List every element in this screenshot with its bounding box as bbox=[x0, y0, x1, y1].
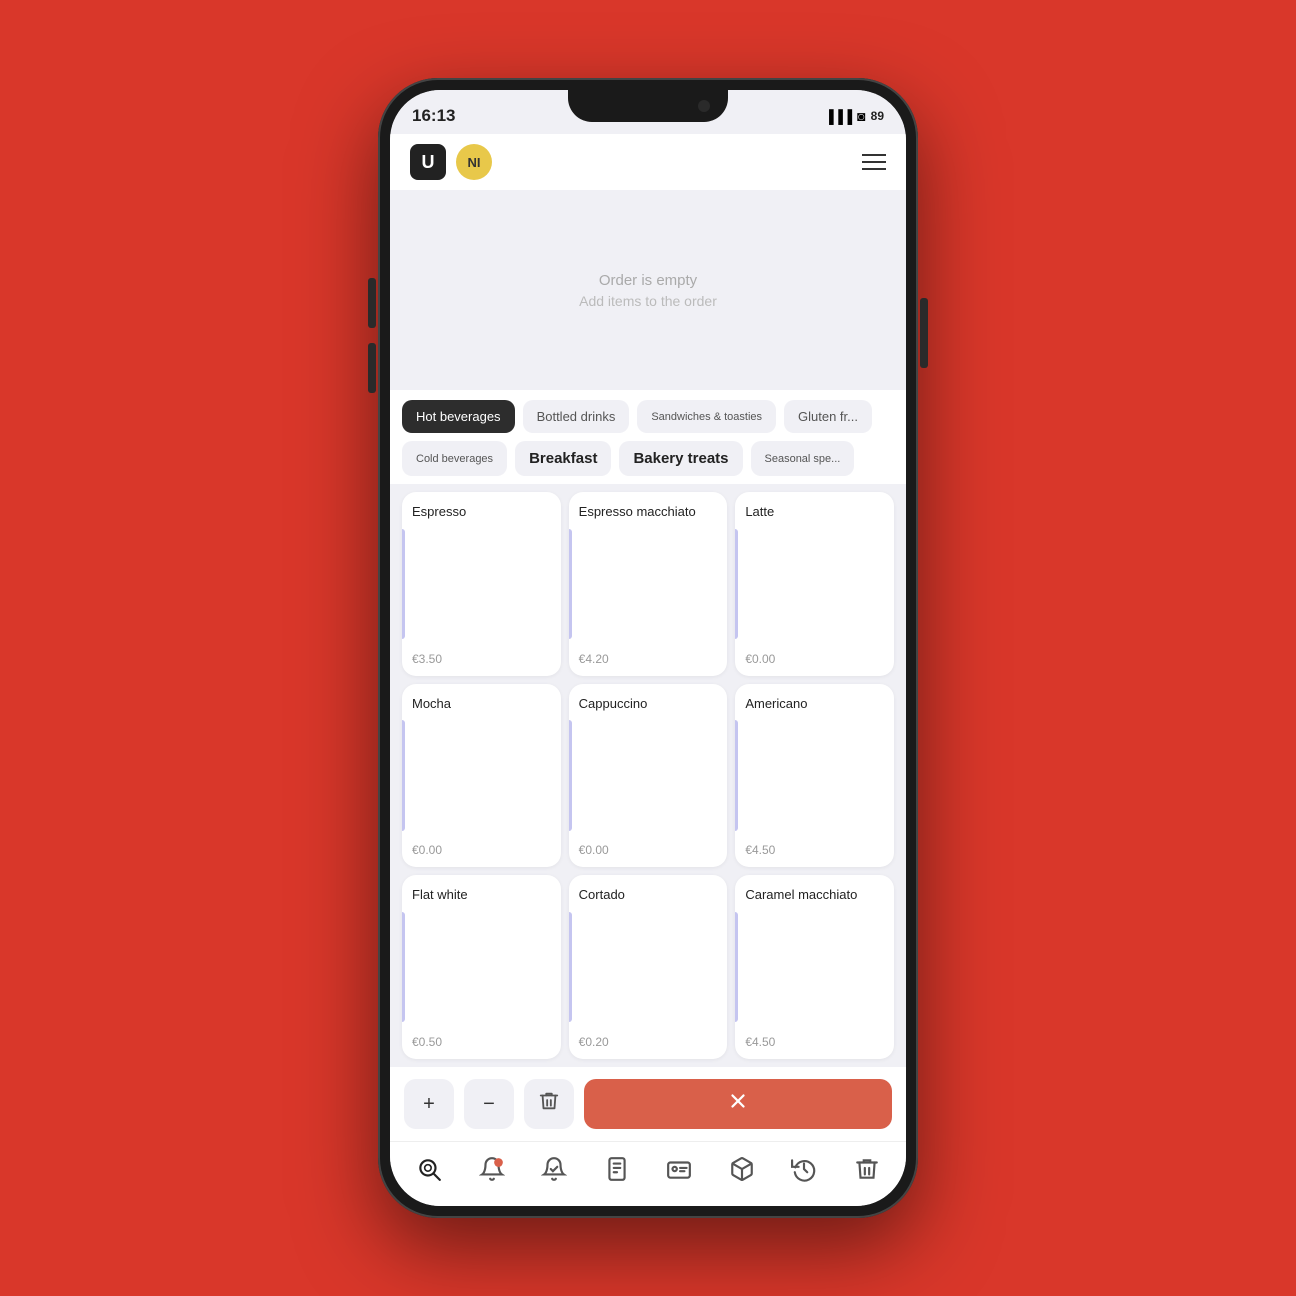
minus-icon: − bbox=[483, 1093, 495, 1116]
signal-icon: ▐▐▐ bbox=[825, 109, 853, 124]
order-empty-subtitle: Add items to the order bbox=[579, 293, 717, 309]
menu-item-flat-white[interactable]: Flat white €0.50 bbox=[402, 875, 561, 1059]
hamburger-line-3 bbox=[862, 168, 886, 170]
tab-bakery-treats[interactable]: Bakery treats bbox=[619, 441, 742, 476]
cancel-button[interactable] bbox=[584, 1079, 892, 1129]
item-name-flat-white: Flat white bbox=[412, 887, 551, 904]
bottom-nav bbox=[390, 1141, 906, 1206]
plus-icon: + bbox=[423, 1093, 435, 1116]
tab-cold-beverages[interactable]: Cold beverages bbox=[402, 441, 507, 476]
minus-button[interactable]: − bbox=[464, 1079, 514, 1129]
nav-receipt[interactable] bbox=[600, 1152, 634, 1186]
volume-down-button[interactable] bbox=[368, 343, 376, 393]
add-button[interactable]: + bbox=[404, 1079, 454, 1129]
item-price-mocha: €0.00 bbox=[412, 843, 551, 857]
item-name-caramel-macchiato: Caramel macchiato bbox=[745, 887, 884, 904]
battery-level: 89 bbox=[871, 109, 884, 123]
notch bbox=[568, 90, 728, 122]
app-logo: U bbox=[410, 144, 446, 180]
item-name-cortado: Cortado bbox=[579, 887, 718, 904]
action-bar: + − bbox=[390, 1067, 906, 1141]
nav-history[interactable] bbox=[787, 1152, 821, 1186]
wifi-icon: ◙ bbox=[857, 108, 865, 124]
item-name-mocha: Mocha bbox=[412, 696, 551, 713]
nav-order-bell[interactable] bbox=[475, 1152, 509, 1186]
nav-search[interactable] bbox=[412, 1152, 446, 1186]
battery-indicator: 89 bbox=[871, 109, 884, 123]
item-name-espresso: Espresso bbox=[412, 504, 551, 521]
status-time: 16:13 bbox=[412, 106, 455, 126]
category-row-1: Hot beverages Bottled drinks Sandwiches … bbox=[390, 400, 906, 441]
app-header: U NI bbox=[390, 134, 906, 190]
menu-button[interactable] bbox=[862, 154, 886, 170]
tab-gluten-free[interactable]: Gluten fr... bbox=[784, 400, 872, 433]
status-bar: 16:13 ▐▐▐ ◙ 89 bbox=[390, 90, 906, 126]
nav-id-card[interactable] bbox=[662, 1152, 696, 1186]
menu-item-caramel-macchiato[interactable]: Caramel macchiato €4.50 bbox=[735, 875, 894, 1059]
category-tabs: Hot beverages Bottled drinks Sandwiches … bbox=[390, 390, 906, 484]
menu-item-cortado[interactable]: Cortado €0.20 bbox=[569, 875, 728, 1059]
order-empty-area: Order is empty Add items to the order bbox=[390, 190, 906, 390]
menu-item-espresso-macchiato[interactable]: Espresso macchiato €4.20 bbox=[569, 492, 728, 676]
item-name-espresso-macchiato: Espresso macchiato bbox=[579, 504, 718, 521]
nav-bell-check[interactable] bbox=[537, 1152, 571, 1186]
nav-trash[interactable] bbox=[850, 1152, 884, 1186]
phone-screen: 16:13 ▐▐▐ ◙ 89 U NI Order is empt bbox=[390, 90, 906, 1206]
menu-item-cappuccino[interactable]: Cappuccino €0.00 bbox=[569, 684, 728, 868]
menu-item-latte[interactable]: Latte €0.00 bbox=[735, 492, 894, 676]
status-icons: ▐▐▐ ◙ 89 bbox=[825, 108, 884, 124]
x-icon bbox=[727, 1090, 749, 1118]
tab-breakfast[interactable]: Breakfast bbox=[515, 441, 611, 476]
tab-hot-beverages[interactable]: Hot beverages bbox=[402, 400, 515, 433]
hamburger-line-2 bbox=[862, 161, 886, 163]
item-price-cortado: €0.20 bbox=[579, 1035, 718, 1049]
tab-sandwiches[interactable]: Sandwiches & toasties bbox=[637, 400, 776, 433]
tab-bottled-drinks[interactable]: Bottled drinks bbox=[523, 400, 630, 433]
header-left: U NI bbox=[410, 144, 492, 180]
phone-shell: 16:13 ▐▐▐ ◙ 89 U NI Order is empt bbox=[378, 78, 918, 1218]
item-price-espresso-macchiato: €4.20 bbox=[579, 652, 718, 666]
delete-button[interactable] bbox=[524, 1079, 574, 1129]
item-price-cappuccino: €0.00 bbox=[579, 843, 718, 857]
hamburger-line-1 bbox=[862, 154, 886, 156]
order-empty-title: Order is empty bbox=[599, 272, 697, 289]
item-price-americano: €4.50 bbox=[745, 843, 884, 857]
tab-seasonal[interactable]: Seasonal spe... bbox=[751, 441, 855, 476]
item-price-flat-white: €0.50 bbox=[412, 1035, 551, 1049]
volume-up-button[interactable] bbox=[368, 278, 376, 328]
power-button[interactable] bbox=[920, 298, 928, 368]
item-price-caramel-macchiato: €4.50 bbox=[745, 1035, 884, 1049]
trash-icon bbox=[538, 1090, 560, 1118]
category-row-2: Cold beverages Breakfast Bakery treats S… bbox=[390, 441, 906, 484]
item-name-americano: Americano bbox=[745, 696, 884, 713]
camera bbox=[698, 100, 710, 112]
item-price-espresso: €3.50 bbox=[412, 652, 551, 666]
item-price-latte: €0.00 bbox=[745, 652, 884, 666]
item-name-cappuccino: Cappuccino bbox=[579, 696, 718, 713]
menu-grid: Espresso €3.50 Espresso macchiato €4.20 … bbox=[390, 484, 906, 1067]
item-name-latte: Latte bbox=[745, 504, 884, 521]
menu-item-americano[interactable]: Americano €4.50 bbox=[735, 684, 894, 868]
nav-box[interactable] bbox=[725, 1152, 759, 1186]
menu-item-mocha[interactable]: Mocha €0.00 bbox=[402, 684, 561, 868]
menu-item-espresso[interactable]: Espresso €3.50 bbox=[402, 492, 561, 676]
avatar[interactable]: NI bbox=[456, 144, 492, 180]
